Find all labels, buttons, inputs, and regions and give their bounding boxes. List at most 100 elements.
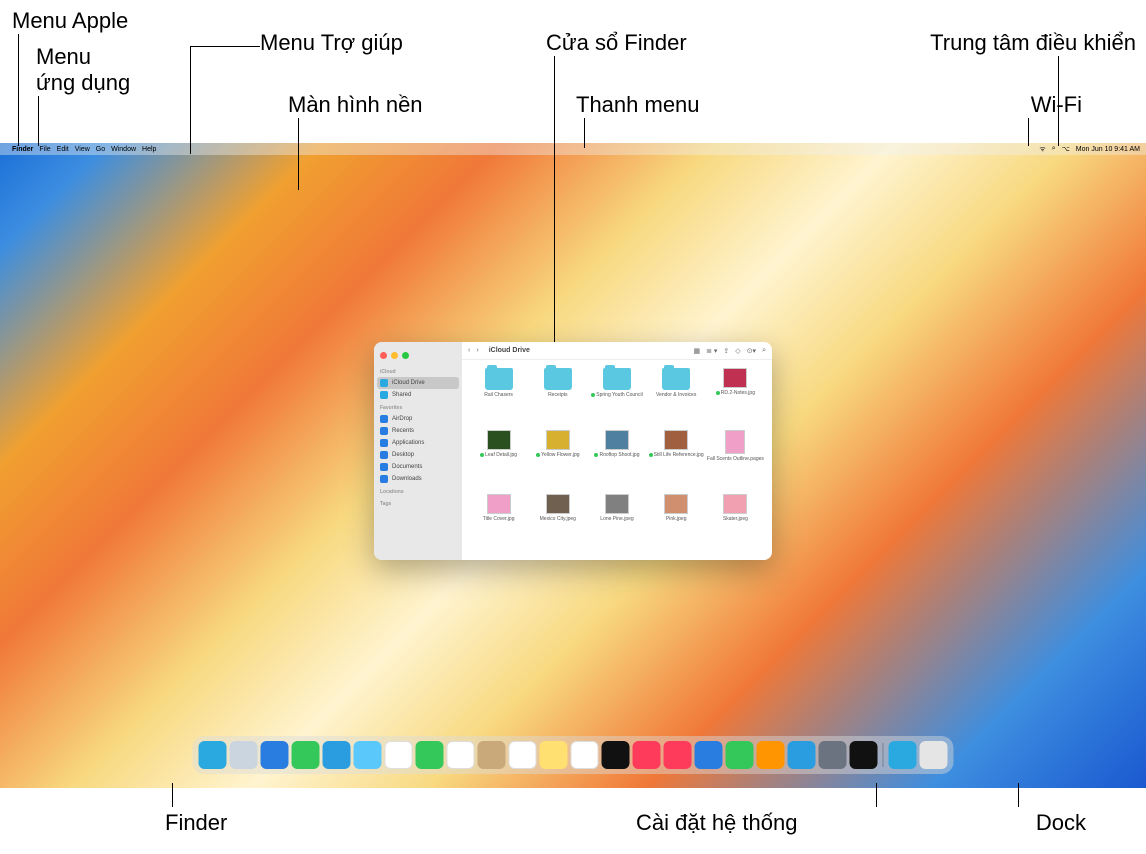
menu-window[interactable]: Window	[111, 146, 136, 153]
img-icon	[546, 494, 570, 514]
callout-app-menu: Menu ứng dụng	[36, 44, 136, 96]
menu-go[interactable]: Go	[96, 146, 105, 153]
dock-news[interactable]	[664, 741, 692, 769]
callout-apple-menu: Menu Apple	[12, 8, 128, 34]
sidebar-item-shared[interactable]: Shared	[374, 389, 462, 401]
sidebar-item-icloud-drive[interactable]: iCloud Drive	[377, 377, 459, 389]
app-menu[interactable]: Finder	[12, 146, 33, 153]
callout-finder: Finder	[165, 810, 227, 836]
dock-notes[interactable]	[540, 741, 568, 769]
desktop[interactable]: Finder File Edit View Go Window Help ᯤ ⌕…	[0, 143, 1146, 788]
callout-wifi: Wi-Fi	[1031, 92, 1082, 118]
sidebar-item-recents[interactable]: Recents	[374, 425, 462, 437]
file-item[interactable]: Receipts	[529, 368, 586, 428]
sidebar-item-documents[interactable]: Documents	[374, 461, 462, 473]
callout-menubar: Thanh menu	[576, 92, 700, 118]
file-item[interactable]: RD.2-Notes.jpg	[707, 368, 764, 428]
dock	[193, 736, 954, 774]
share-button[interactable]: ⇪	[723, 347, 729, 355]
file-label: Leaf Detail.jpg	[480, 452, 517, 458]
file-item[interactable]: Rail Chasers	[470, 368, 527, 428]
spotlight-icon[interactable]: ⌕	[1052, 145, 1056, 153]
file-label: Pink.jpeg	[666, 516, 687, 522]
zoom-button[interactable]	[402, 352, 409, 359]
dock-downloads[interactable]	[889, 741, 917, 769]
finder-toolbar: ‹ › iCloud Drive ▦ ≣ ▾ ⇪ ◇ ⊙▾ ⌕	[462, 342, 772, 360]
dock-photos[interactable]	[385, 741, 413, 769]
img-icon	[723, 494, 747, 514]
dock-calendar[interactable]	[447, 741, 475, 769]
dock-mail[interactable]	[323, 741, 351, 769]
dock-freeform[interactable]	[571, 741, 599, 769]
sidebar-item-airdrop[interactable]: AirDrop	[374, 413, 462, 425]
file-label: Spring Youth Council	[591, 392, 642, 398]
dock-music[interactable]	[633, 741, 661, 769]
file-item[interactable]: Title Cover.jpg	[470, 494, 527, 552]
file-item[interactable]: Still Life Reference.jpg	[648, 430, 705, 492]
sidebar-item-applications[interactable]: Applications	[374, 437, 462, 449]
dock-numbers[interactable]	[726, 741, 754, 769]
dock-iphone-mirror[interactable]	[850, 741, 878, 769]
window-controls	[374, 346, 462, 365]
dock-facetime[interactable]	[416, 741, 444, 769]
close-button[interactable]	[380, 352, 387, 359]
dock-launchpad[interactable]	[230, 741, 258, 769]
sidebar-head-favorites: Favorites	[374, 401, 462, 413]
dock-messages[interactable]	[292, 741, 320, 769]
file-label: Receipts	[548, 392, 567, 398]
file-label: Still Life Reference.jpg	[649, 452, 704, 458]
dock-settings[interactable]	[819, 741, 847, 769]
dock-contacts[interactable]	[478, 741, 506, 769]
wifi-icon[interactable]: ᯤ	[1039, 145, 1045, 154]
search-button[interactable]: ⌕	[762, 347, 766, 355]
view-icons-button[interactable]: ▦	[693, 347, 700, 355]
dock-trash[interactable]	[920, 741, 948, 769]
dock-pages[interactable]	[757, 741, 785, 769]
callout-finder-window: Cửa sổ Finder	[546, 30, 687, 56]
finder-sidebar: iCloud iCloud Drive Shared Favorites Air…	[374, 342, 462, 560]
file-item[interactable]: Skater.jpeg	[707, 494, 764, 552]
dock-maps[interactable]	[354, 741, 382, 769]
dock-safari[interactable]	[261, 741, 289, 769]
dock-separator	[883, 743, 884, 767]
finder-title: iCloud Drive	[489, 347, 530, 354]
folder-icon	[544, 368, 572, 390]
sidebar-head-locations: Locations	[374, 485, 462, 497]
sidebar-item-desktop[interactable]: Desktop	[374, 449, 462, 461]
forward-button[interactable]: ›	[476, 347, 478, 354]
minimize-button[interactable]	[391, 352, 398, 359]
tag-button[interactable]: ◇	[735, 347, 740, 355]
dock-tv[interactable]	[602, 741, 630, 769]
dock-appstore[interactable]	[788, 741, 816, 769]
menu-view[interactable]: View	[75, 146, 90, 153]
file-label: Skater.jpeg	[723, 516, 748, 522]
menu-help[interactable]: Help	[142, 146, 156, 153]
file-item[interactable]: Spring Youth Council	[588, 368, 645, 428]
file-item[interactable]: Mexico City.jpeg	[529, 494, 586, 552]
dock-keynote[interactable]	[695, 741, 723, 769]
file-item[interactable]: Rooftop Shoot.jpg	[588, 430, 645, 492]
file-item[interactable]: Yellow Flower.jpg	[529, 430, 586, 492]
menu-edit[interactable]: Edit	[57, 146, 69, 153]
img-icon	[664, 430, 688, 450]
dock-finder[interactable]	[199, 741, 227, 769]
dock-reminders[interactable]	[509, 741, 537, 769]
sidebar-item-downloads[interactable]: Downloads	[374, 473, 462, 485]
file-item[interactable]: Vendor & Invoices	[648, 368, 705, 428]
back-button[interactable]: ‹	[468, 347, 470, 354]
group-button[interactable]: ≣ ▾	[706, 347, 717, 355]
file-item[interactable]: Pink.jpeg	[648, 494, 705, 552]
sidebar-head-tags: Tags	[374, 497, 462, 509]
action-button[interactable]: ⊙▾	[747, 347, 756, 355]
img-icon	[546, 430, 570, 450]
control-center-icon[interactable]: ⌥	[1062, 145, 1070, 153]
folder-icon	[485, 368, 513, 390]
callout-dock: Dock	[1036, 810, 1086, 836]
menu-file[interactable]: File	[39, 146, 50, 153]
file-label: RD.2-Notes.jpg	[716, 390, 755, 396]
finder-window[interactable]: iCloud iCloud Drive Shared Favorites Air…	[374, 342, 772, 560]
file-item[interactable]: Lone Pine.jpeg	[588, 494, 645, 552]
file-item[interactable]: Leaf Detail.jpg	[470, 430, 527, 492]
datetime[interactable]: Mon Jun 10 9:41 AM	[1076, 146, 1140, 153]
file-item[interactable]: Fall Scents Outline.pages	[707, 430, 764, 492]
